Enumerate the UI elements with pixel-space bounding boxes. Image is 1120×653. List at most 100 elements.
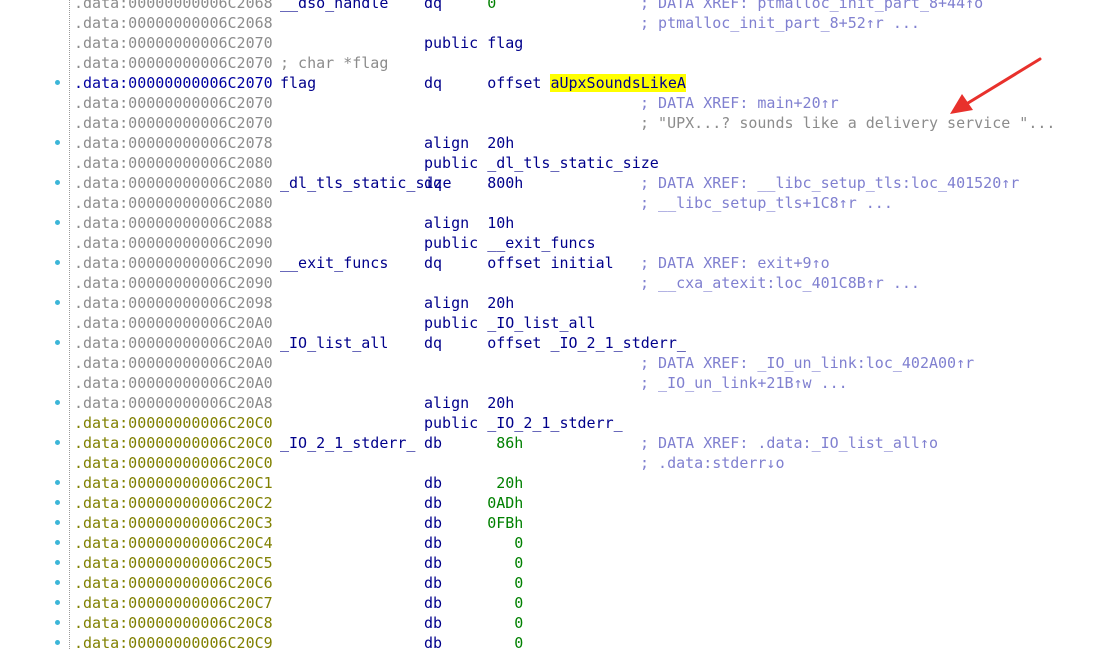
listing-row[interactable]: .data:00000000006C2070 flag dq offset aUpx… bbox=[0, 73, 1120, 93]
comment[interactable]: ; DATA XREF: .data:_IO_list_all↑o bbox=[640, 433, 938, 453]
address[interactable]: .data:00000000006C20C9 bbox=[74, 633, 273, 653]
dot-icon[interactable] bbox=[55, 400, 60, 405]
listing-row[interactable]: .data:00000000006C20C0 _IO_2_1_stderr_ db … bbox=[0, 433, 1120, 453]
operand[interactable]: _IO_2_1_stderr_ bbox=[487, 414, 622, 432]
symbol-name[interactable]: _IO_2_1_stderr_ bbox=[280, 433, 415, 453]
comment[interactable]: ; DATA XREF: main+20↑r bbox=[640, 93, 839, 113]
address[interactable]: .data:00000000006C2090 bbox=[74, 233, 273, 253]
dot-icon[interactable] bbox=[55, 220, 60, 225]
listing-row[interactable]: .data:00000000006C20A0 public _IO_list_al… bbox=[0, 313, 1120, 333]
comment[interactable]: ; __libc_setup_tls+1C8↑r ... bbox=[640, 193, 893, 213]
listing-row[interactable]: .data:00000000006C2088 align 10h bbox=[0, 213, 1120, 233]
address[interactable]: .data:00000000006C20C0 bbox=[74, 433, 273, 453]
address[interactable]: .data:00000000006C20C1 bbox=[74, 473, 273, 493]
dot-icon[interactable] bbox=[55, 640, 60, 645]
dot-icon[interactable] bbox=[55, 140, 60, 145]
listing-row[interactable]: .data:00000000006C20C8 db 0 bbox=[0, 613, 1120, 633]
listing-row[interactable]: .data:00000000006C2070 ; "UPX...? sounds … bbox=[0, 113, 1120, 133]
listing-row[interactable]: .data:00000000006C2070 public flag bbox=[0, 33, 1120, 53]
listing-row[interactable]: .data:00000000006C2070 ; char *flag bbox=[0, 53, 1120, 73]
operand[interactable]: 0FBh bbox=[487, 514, 523, 532]
operand[interactable]: initial bbox=[550, 254, 613, 272]
comment[interactable]: ; DATA XREF: exit+9↑o bbox=[640, 253, 830, 273]
operand[interactable]: 0 bbox=[487, 574, 523, 592]
listing-row[interactable]: .data:00000000006C20C3 db 0FBh bbox=[0, 513, 1120, 533]
operand[interactable]: _dl_tls_static_size bbox=[487, 154, 659, 172]
operand[interactable]: 0 bbox=[487, 534, 523, 552]
dot-icon[interactable] bbox=[55, 260, 60, 265]
address[interactable]: .data:00000000006C20A8 bbox=[74, 393, 273, 413]
comment[interactable]: ; _IO_un_link+21B↑w ... bbox=[640, 373, 848, 393]
dot-icon[interactable] bbox=[55, 500, 60, 505]
listing-row[interactable]: .data:00000000006C20C0 ; .data:stderr↓o bbox=[0, 453, 1120, 473]
listing-row[interactable]: .data:00000000006C20C2 db 0ADh bbox=[0, 493, 1120, 513]
listing-row[interactable]: .data:00000000006C2078 align 20h bbox=[0, 133, 1120, 153]
address[interactable]: .data:00000000006C2070 bbox=[74, 113, 273, 133]
operand[interactable]: 0 bbox=[487, 0, 496, 12]
address[interactable]: .data:00000000006C2088 bbox=[74, 213, 273, 233]
operand[interactable]: 20h bbox=[487, 134, 514, 152]
address[interactable]: .data:00000000006C2090 bbox=[74, 273, 273, 293]
listing-row[interactable]: .data:00000000006C20C7 db 0 bbox=[0, 593, 1120, 613]
listing-row[interactable]: .data:00000000006C20C0 public _IO_2_1_std… bbox=[0, 413, 1120, 433]
operand[interactable]: __exit_funcs bbox=[487, 234, 595, 252]
listing-row[interactable]: .data:00000000006C2090 ; __cxa_atexit:loc… bbox=[0, 273, 1120, 293]
operand[interactable]: 0ADh bbox=[487, 494, 523, 512]
address[interactable]: .data:00000000006C2098 bbox=[74, 293, 273, 313]
comment[interactable]: ; DATA XREF: _IO_un_link:loc_402A00↑r bbox=[640, 353, 974, 373]
dot-icon[interactable] bbox=[55, 560, 60, 565]
address[interactable]: .data:00000000006C2068 bbox=[74, 13, 273, 33]
type-comment[interactable]: ; char *flag bbox=[280, 53, 388, 73]
operand[interactable]: 86h bbox=[487, 434, 523, 452]
dot-icon[interactable] bbox=[55, 480, 60, 485]
comment[interactable]: ; DATA XREF: __libc_setup_tls:loc_401520… bbox=[640, 173, 1019, 193]
operand[interactable]: 0 bbox=[487, 594, 523, 612]
dot-icon[interactable] bbox=[55, 440, 60, 445]
address[interactable]: .data:00000000006C20A0 bbox=[74, 373, 273, 393]
address[interactable]: .data:00000000006C20A0 bbox=[74, 353, 273, 373]
listing-row[interactable]: .data:00000000006C20C9 db 0 bbox=[0, 633, 1120, 653]
listing-row[interactable]: .data:00000000006C2068 ; ptmalloc_init_pa… bbox=[0, 13, 1120, 33]
listing-row[interactable]: .data:00000000006C20C5 db 0 bbox=[0, 553, 1120, 573]
operand[interactable]: 10h bbox=[487, 214, 514, 232]
highlighted-operand[interactable]: aUpxSoundsLikeA bbox=[550, 74, 686, 92]
address[interactable]: .data:00000000006C2080 bbox=[74, 153, 273, 173]
dot-icon[interactable] bbox=[55, 600, 60, 605]
listing-row[interactable]: .data:00000000006C2098 align 20h bbox=[0, 293, 1120, 313]
symbol-name[interactable]: _IO_list_all bbox=[280, 333, 388, 353]
address[interactable]: .data:00000000006C20A0 bbox=[74, 333, 273, 353]
address[interactable]: .data:00000000006C20C2 bbox=[74, 493, 273, 513]
listing-row[interactable]: .data:00000000006C20C6 db 0 bbox=[0, 573, 1120, 593]
listing-row[interactable]: .data:00000000006C20A0 ; DATA XREF: _IO_u… bbox=[0, 353, 1120, 373]
address[interactable]: .data:00000000006C20C7 bbox=[74, 593, 273, 613]
dot-icon[interactable] bbox=[55, 540, 60, 545]
operand[interactable]: 0 bbox=[487, 554, 523, 572]
listing-row[interactable]: .data:00000000006C20C4 db 0 bbox=[0, 533, 1120, 553]
listing-row[interactable]: .data:00000000006C2090 __exit_funcs dq off… bbox=[0, 253, 1120, 273]
address[interactable]: .data:00000000006C2078 bbox=[74, 133, 273, 153]
operand[interactable]: 0 bbox=[487, 614, 523, 632]
address[interactable]: .data:00000000006C2090 bbox=[74, 253, 273, 273]
listing-row[interactable]: .data:00000000006C20C1 db 20h bbox=[0, 473, 1120, 493]
operand[interactable]: _IO_2_1_stderr_ bbox=[550, 334, 685, 352]
operand[interactable]: 800h bbox=[487, 174, 523, 192]
dot-icon[interactable] bbox=[55, 620, 60, 625]
address[interactable]: .data:00000000006C20C4 bbox=[74, 533, 273, 553]
listing-row[interactable]: .data:00000000006C2070 ; DATA XREF: main+… bbox=[0, 93, 1120, 113]
listing-row[interactable]: .data:00000000006C2068 __dso_handle dq 0 ; … bbox=[0, 0, 1120, 13]
symbol-name[interactable]: __exit_funcs bbox=[280, 253, 388, 273]
address[interactable]: .data:00000000006C20A0 bbox=[74, 313, 273, 333]
dot-icon[interactable] bbox=[55, 340, 60, 345]
address[interactable]: .data:00000000006C2070 bbox=[74, 53, 273, 73]
address[interactable]: .data:00000000006C2080 bbox=[74, 173, 273, 193]
listing-row[interactable]: .data:00000000006C20A0 ; _IO_un_link+21B↑… bbox=[0, 373, 1120, 393]
operand[interactable]: flag bbox=[487, 34, 523, 52]
address[interactable]: .data:00000000006C20C3 bbox=[74, 513, 273, 533]
operand[interactable]: 20h bbox=[487, 394, 514, 412]
comment[interactable]: ; DATA XREF: ptmalloc_init_part_8+44↑o bbox=[640, 0, 983, 13]
comment[interactable]: ; ptmalloc_init_part_8+52↑r ... bbox=[640, 13, 920, 33]
address[interactable]: .data:00000000006C20C0 bbox=[74, 413, 273, 433]
symbol-name[interactable]: flag bbox=[280, 73, 316, 93]
address[interactable]: .data:00000000006C20C0 bbox=[74, 453, 273, 473]
address[interactable]: .data:00000000006C2080 bbox=[74, 193, 273, 213]
